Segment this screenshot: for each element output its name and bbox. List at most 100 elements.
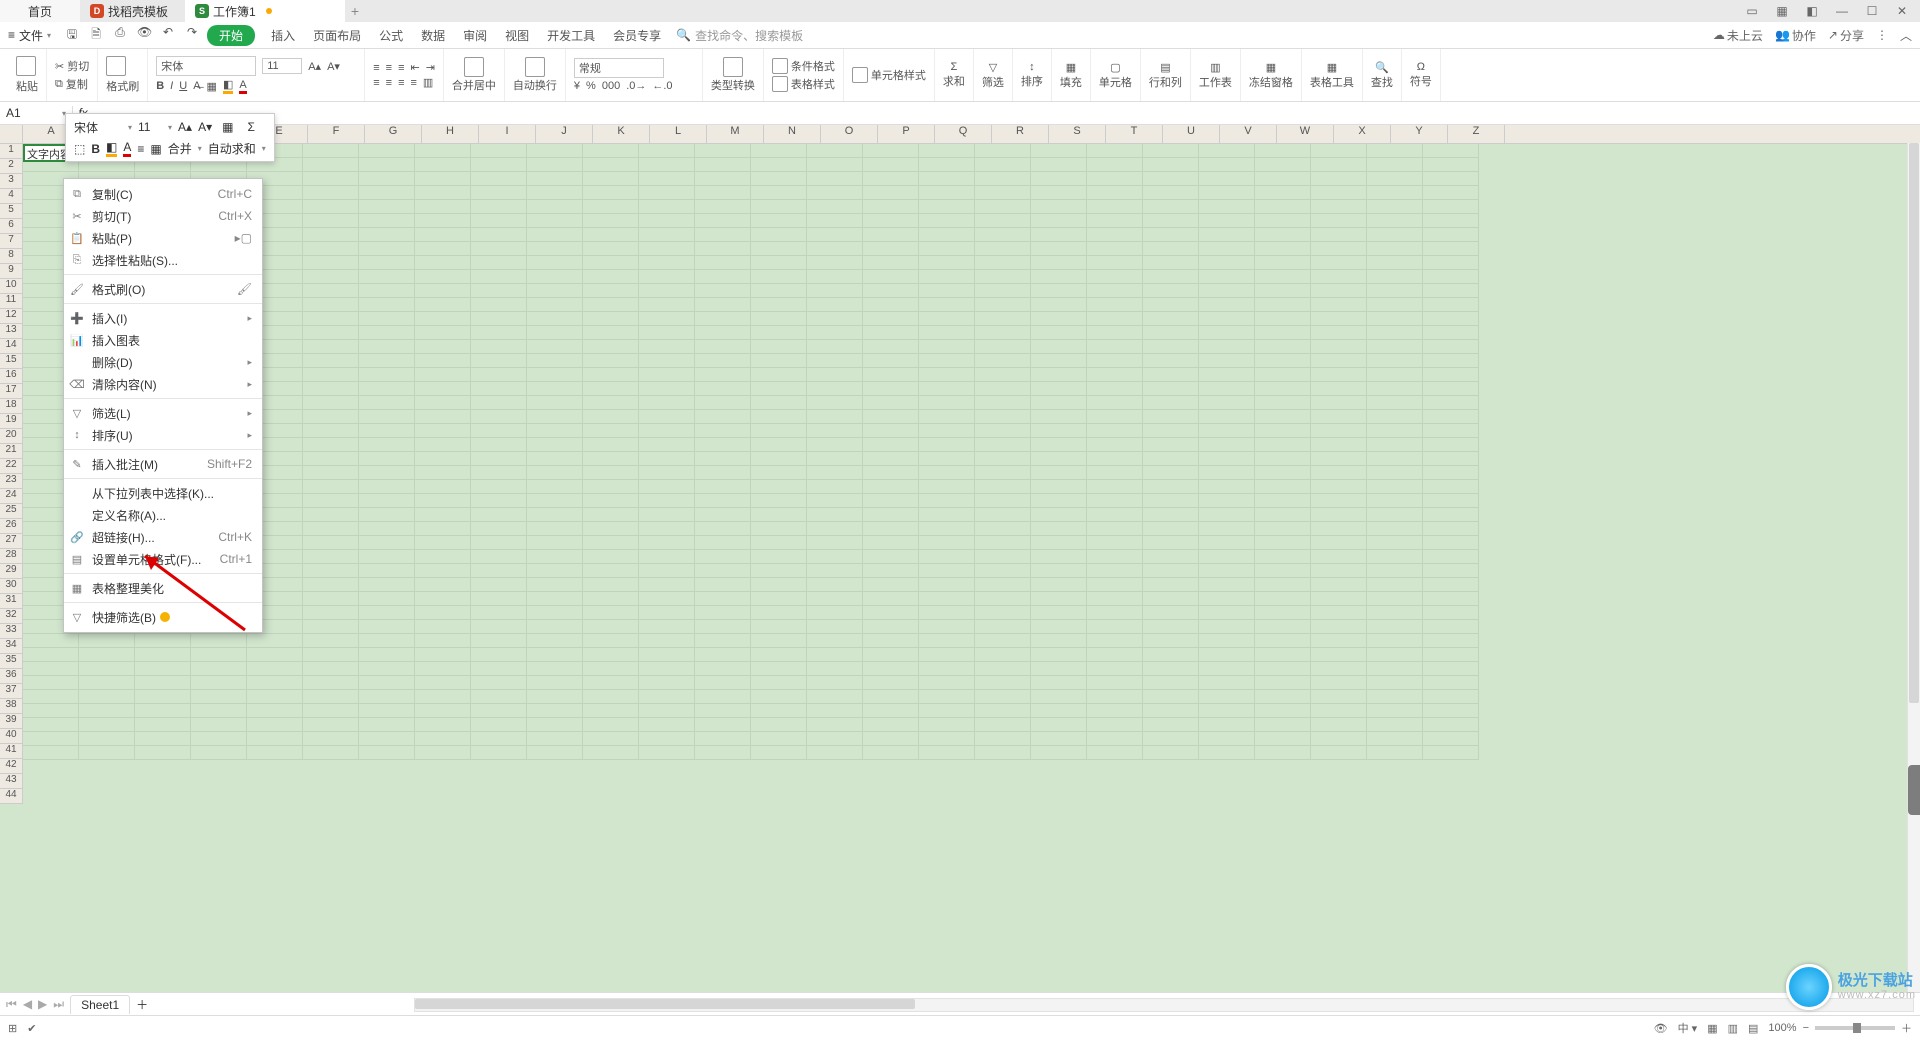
fill-color-icon[interactable]: ◧ [106,140,117,157]
cut-button[interactable]: ✂剪切 [55,58,89,74]
save-icon[interactable]: 🖫 [65,25,79,46]
paste-options-icon[interactable]: ▸▢ [235,231,252,245]
row-header[interactable]: 5 [0,204,22,219]
align-right-icon[interactable]: ≡ [398,77,404,89]
row-header[interactable]: 34 [0,639,22,654]
column-header[interactable]: O [821,125,878,143]
ctx-comment[interactable]: ✎插入批注(M)Shift+F2 [64,453,262,475]
paste-icon[interactable] [16,56,36,76]
dec-dec-icon[interactable]: ←.0 [652,80,672,92]
redo-icon[interactable]: ↷ [185,25,199,46]
shrink-font-icon[interactable]: A▾ [327,60,340,73]
ctx-paste[interactable]: 📋粘贴(P)▸▢ [64,227,262,249]
column-header[interactable]: K [593,125,650,143]
row-header[interactable]: 20 [0,429,22,444]
row-header[interactable]: 25 [0,504,22,519]
vertical-scrollbar[interactable] [1907,143,1920,992]
font-color-icon[interactable]: A [239,79,246,94]
sheet-tab[interactable]: Sheet1 [70,995,130,1014]
row-header[interactable]: 35 [0,654,22,669]
close-button[interactable]: ✕ [1894,4,1910,18]
ctx-sort[interactable]: ↕排序(U)▸ [64,424,262,446]
cell-style-button[interactable]: 单元格样式 [852,67,926,83]
ctx-flash-filter[interactable]: ▽快捷筛选(B) [64,606,262,628]
horizontal-scrollbar[interactable] [414,998,1914,1010]
sheet-nav-first[interactable]: ⏮ [6,997,17,1012]
collab-button[interactable]: 👥 协作 [1775,27,1816,44]
row-header[interactable]: 36 [0,669,22,684]
ctx-cut[interactable]: ✂剪切(T)Ctrl+X [64,205,262,227]
sheet-add[interactable]: ＋ [136,996,148,1013]
shrink-font-icon[interactable]: A▾ [198,120,212,134]
eye-icon[interactable]: 👁 [1654,1022,1668,1035]
ctx-clear[interactable]: ⌫清除内容(N)▸ [64,373,262,395]
comma-icon[interactable]: 000 [602,80,620,92]
ribbon-tab[interactable]: 页面布局 [313,27,361,44]
row-header[interactable]: 44 [0,789,22,804]
column-headers[interactable]: ABCDEFGHIJKLMNOPQRSTUVWXYZ [23,125,1920,144]
freeze-icon[interactable]: ▦ [1266,61,1276,74]
zoom-out-button[interactable]: − [1803,1022,1809,1034]
select-all-corner[interactable] [0,125,23,144]
align-justify-icon[interactable]: ≡ [410,77,416,89]
view-normal-icon[interactable]: ▦ [1707,1022,1717,1035]
row-header[interactable]: 42 [0,759,22,774]
column-header[interactable]: S [1049,125,1106,143]
row-header[interactable]: 11 [0,294,22,309]
formula-input[interactable]: … [93,106,1920,120]
column-header[interactable]: Z [1448,125,1505,143]
ctx-format-cells[interactable]: ▤设置单元格格式(F)...Ctrl+1 [64,548,262,570]
select-icon[interactable]: ⬚ [74,142,85,156]
row-header[interactable]: 22 [0,459,22,474]
sort-icon[interactable]: ↕ [1029,61,1035,73]
zoom-in-button[interactable]: ＋ [1901,1020,1912,1036]
column-header[interactable]: L [650,125,707,143]
align-bottom-icon[interactable]: ≡ [398,62,404,74]
indent-inc-icon[interactable]: ⇥ [426,61,435,74]
minimize-button[interactable]: — [1834,4,1850,18]
ctx-format-brush[interactable]: 🖌格式刷(O)🖌 [64,278,262,300]
sheet-nav-next[interactable]: ▶ [38,997,47,1011]
column-header[interactable]: R [992,125,1049,143]
row-header[interactable]: 17 [0,384,22,399]
table-style-button[interactable]: 表格样式 [772,76,835,92]
ctx-pick[interactable]: 从下拉列表中选择(K)... [64,482,262,504]
column-header[interactable]: X [1334,125,1391,143]
apps-icon[interactable]: ▦ [1774,4,1790,18]
saveas-icon[interactable]: 🗎 [89,25,103,46]
column-header[interactable]: M [707,125,764,143]
tools-icon[interactable]: ▦ [1327,61,1337,74]
underline-icon[interactable]: U [179,80,187,92]
align-top-icon[interactable]: ≡ [373,62,379,74]
row-header[interactable]: 7 [0,234,22,249]
ctx-copy[interactable]: ⧉复制(C)Ctrl+C [64,183,262,205]
italic-icon[interactable]: I [170,80,173,92]
column-header[interactable]: N [764,125,821,143]
column-header[interactable]: U [1163,125,1220,143]
sheet-icon[interactable]: ▥ [1210,61,1220,74]
row-header[interactable]: 8 [0,249,22,264]
row-header[interactable]: 9 [0,264,22,279]
ribbon-tab[interactable]: 审阅 [463,27,487,44]
ribbon-tab[interactable]: 会员专享 [613,27,661,44]
print-icon[interactable]: ⎙ [113,25,127,46]
row-header[interactable]: 28 [0,549,22,564]
column-header[interactable]: P [878,125,935,143]
column-header[interactable]: Y [1391,125,1448,143]
row-header[interactable]: 40 [0,729,22,744]
mini-sum-button[interactable]: Σ [243,118,258,136]
indent-dec-icon[interactable]: ⇤ [410,61,419,74]
row-header[interactable]: 4 [0,189,22,204]
row-header[interactable]: 6 [0,219,22,234]
mini-size[interactable]: 11 [138,120,162,134]
wrap-icon[interactable] [525,57,545,77]
ime-icon[interactable]: 中 ▾ [1678,1020,1698,1036]
symbol-icon[interactable]: Ω [1417,61,1425,73]
row-header[interactable]: 29 [0,564,22,579]
ribbon-tab-start[interactable]: 开始 [207,25,255,46]
mini-font[interactable]: 宋体 [74,119,122,136]
row-header[interactable]: 13 [0,324,22,339]
status-check-icon[interactable]: ✔ [27,1022,36,1035]
number-format[interactable]: 常规 [574,58,664,78]
row-headers[interactable]: 1234567891011121314151617181920212223242… [0,144,23,804]
